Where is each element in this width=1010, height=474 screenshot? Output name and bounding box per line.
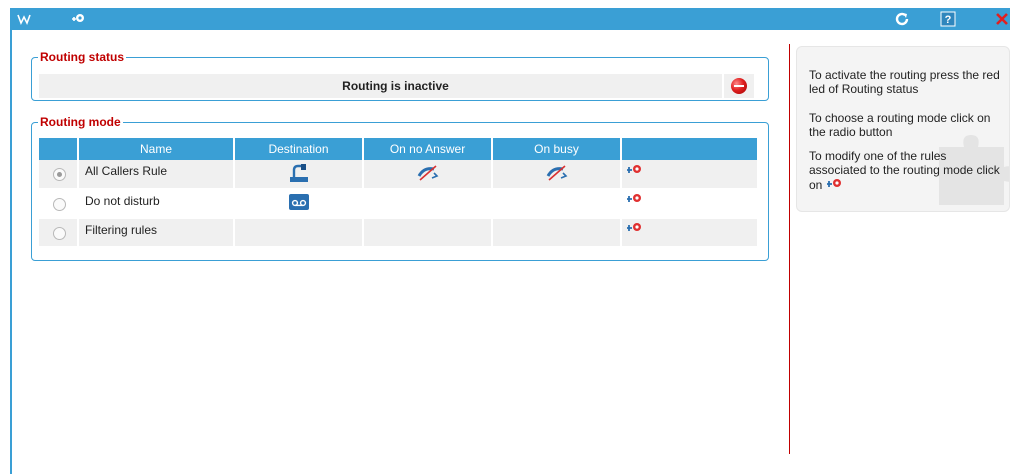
radio-all-callers-rule[interactable] [53, 168, 66, 182]
help-text-activate: To activate the routing press the red le… [809, 68, 1000, 96]
on-busy-cell [492, 189, 622, 219]
no-answer-cell [363, 218, 493, 248]
help-icon[interactable]: ? [940, 11, 956, 27]
forward-phone-icon[interactable] [545, 163, 569, 183]
rule-name: All Callers Rule [78, 160, 235, 190]
forward-phone-icon[interactable] [416, 163, 440, 183]
radio-do-not-disturb[interactable] [53, 197, 66, 211]
rule-edit-icon[interactable] [626, 192, 642, 206]
destination-cell [234, 189, 364, 219]
svg-text:?: ? [945, 14, 952, 26]
table-row: All Callers Rule [39, 160, 757, 190]
routing-status-legend: Routing status [40, 50, 124, 64]
red-led-icon[interactable] [731, 78, 747, 94]
action-cell [621, 189, 757, 219]
table-header-row: Name Destination On no Answer On busy [39, 138, 757, 160]
col-header-select [39, 138, 79, 160]
action-cell [621, 218, 757, 248]
on-busy-cell [492, 218, 622, 248]
radio-filtering-rules[interactable] [53, 226, 66, 240]
col-header-name: Name [78, 138, 235, 160]
window-left-edge [10, 30, 12, 474]
rule-edit-icon [826, 179, 841, 187]
routing-status-text: Routing is inactive [342, 79, 449, 93]
rule-edit-icon[interactable] [626, 163, 642, 177]
routing-status-bar: Routing is inactive [39, 74, 752, 98]
title-bar: ? [10, 8, 1010, 30]
action-cell [621, 160, 757, 190]
routing-mode-group: Routing mode Name Destination On no Answ… [31, 116, 769, 261]
routing-mode-legend: Routing mode [40, 115, 121, 129]
rule-edit-icon[interactable] [626, 221, 642, 235]
routing-mode-table: Name Destination On no Answer On busy Al… [39, 138, 757, 248]
destination-cell [234, 160, 364, 190]
rule-name: Do not disturb [78, 189, 235, 219]
on-busy-cell [492, 160, 622, 190]
desk-phone-icon[interactable] [288, 162, 310, 184]
table-row: Filtering rules [39, 218, 757, 248]
rules-icon[interactable] [70, 11, 86, 27]
table-row: Do not disturb [39, 189, 757, 219]
destination-cell [234, 218, 364, 248]
help-text-modify: To modify one of the rules associated to… [809, 149, 1004, 192]
help-text-choose: To choose a routing mode click on the ra… [809, 111, 991, 139]
help-panel: To activate the routing press the red le… [796, 46, 1010, 212]
col-header-on-busy: On busy [492, 138, 622, 160]
no-answer-cell [363, 160, 493, 190]
routing-led-button[interactable] [722, 74, 754, 98]
routing-status-group: Routing status Routing is inactive [31, 51, 769, 101]
radio-cell [39, 189, 79, 219]
radio-cell [39, 160, 79, 190]
refresh-icon[interactable] [894, 11, 910, 27]
no-answer-cell [363, 189, 493, 219]
radio-cell [39, 218, 79, 248]
voicemail-icon[interactable] [288, 193, 310, 211]
close-icon[interactable] [994, 11, 1010, 27]
panel-divider [789, 44, 790, 454]
routing-logo-icon[interactable] [16, 11, 32, 27]
col-header-destination: Destination [234, 138, 364, 160]
col-header-actions [621, 138, 757, 160]
col-header-on-no-answer: On no Answer [363, 138, 493, 160]
rule-name: Filtering rules [78, 218, 235, 248]
